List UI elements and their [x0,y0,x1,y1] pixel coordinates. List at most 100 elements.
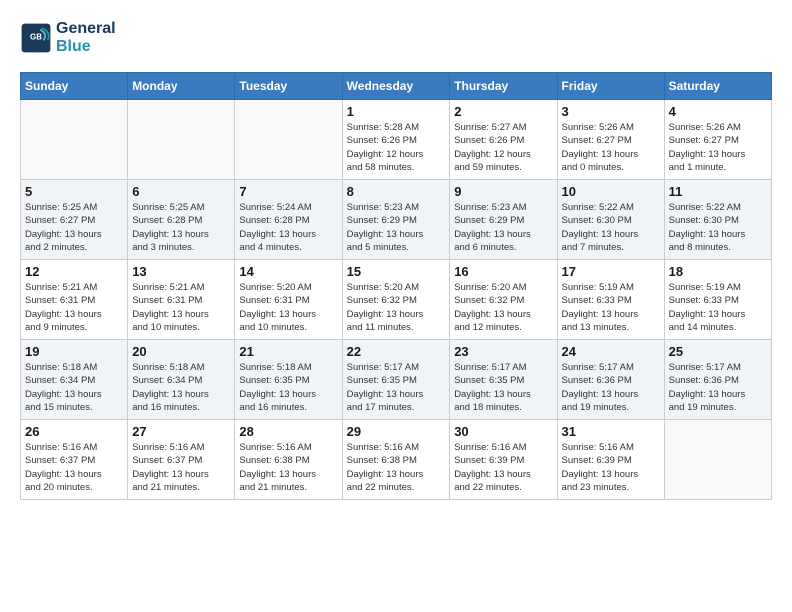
day-info: Sunrise: 5:26 AM Sunset: 6:27 PM Dayligh… [562,121,660,174]
svg-text:GB: GB [30,33,42,42]
day-number: 4 [669,104,767,119]
calendar-cell: 27 Sunrise: 5:16 AM Sunset: 6:37 PM Dayli… [128,420,235,500]
day-number: 5 [25,184,123,199]
day-number: 6 [132,184,230,199]
day-number: 22 [347,344,446,359]
calendar-cell: 20 Sunrise: 5:18 AM Sunset: 6:34 PM Dayli… [128,340,235,420]
calendar-cell: 16 Sunrise: 5:20 AM Sunset: 6:32 PM Dayli… [450,260,557,340]
day-number: 26 [25,424,123,439]
calendar-cell: 3 Sunrise: 5:26 AM Sunset: 6:27 PM Daylig… [557,100,664,180]
day-info: Sunrise: 5:19 AM Sunset: 6:33 PM Dayligh… [562,281,660,334]
day-number: 9 [454,184,552,199]
day-info: Sunrise: 5:20 AM Sunset: 6:31 PM Dayligh… [239,281,337,334]
day-number: 17 [562,264,660,279]
calendar-cell: 19 Sunrise: 5:18 AM Sunset: 6:34 PM Dayli… [21,340,128,420]
calendar-cell: 24Sunrise: 5:17 AM Sunset: 6:36 PM Dayli… [557,340,664,420]
calendar-cell: 21Sunrise: 5:18 AM Sunset: 6:35 PM Dayli… [235,340,342,420]
day-info: Sunrise: 5:16 AM Sunset: 6:39 PM Dayligh… [562,441,660,494]
day-number: 21 [239,344,337,359]
day-info: Sunrise: 5:16 AM Sunset: 6:37 PM Dayligh… [25,441,123,494]
day-info: Sunrise: 5:23 AM Sunset: 6:29 PM Dayligh… [347,201,446,254]
calendar-cell [21,100,128,180]
day-number: 30 [454,424,552,439]
calendar-cell [128,100,235,180]
day-info: Sunrise: 5:22 AM Sunset: 6:30 PM Dayligh… [562,201,660,254]
day-info: Sunrise: 5:16 AM Sunset: 6:39 PM Dayligh… [454,441,552,494]
calendar-cell [664,420,771,500]
day-number: 27 [132,424,230,439]
day-info: Sunrise: 5:25 AM Sunset: 6:28 PM Dayligh… [132,201,230,254]
day-info: Sunrise: 5:25 AM Sunset: 6:27 PM Dayligh… [25,201,123,254]
day-info: Sunrise: 5:20 AM Sunset: 6:32 PM Dayligh… [347,281,446,334]
day-info: Sunrise: 5:28 AM Sunset: 6:26 PM Dayligh… [347,121,446,174]
day-number: 31 [562,424,660,439]
day-number: 29 [347,424,446,439]
weekday-header-monday: Monday [128,73,235,100]
calendar-cell: 7 Sunrise: 5:24 AM Sunset: 6:28 PM Daylig… [235,180,342,260]
calendar-cell: 10 Sunrise: 5:22 AM Sunset: 6:30 PM Dayli… [557,180,664,260]
day-info: Sunrise: 5:18 AM Sunset: 6:34 PM Dayligh… [132,361,230,414]
calendar-cell: 25 Sunrise: 5:17 AM Sunset: 6:36 PM Dayli… [664,340,771,420]
day-info: Sunrise: 5:17 AM Sunset: 6:35 PM Dayligh… [347,361,446,414]
day-number: 16 [454,264,552,279]
day-number: 2 [454,104,552,119]
day-info: Sunrise: 5:20 AM Sunset: 6:32 PM Dayligh… [454,281,552,334]
calendar-cell: 11 Sunrise: 5:22 AM Sunset: 6:30 PM Dayli… [664,180,771,260]
day-info: Sunrise: 5:21 AM Sunset: 6:31 PM Dayligh… [25,281,123,334]
calendar-cell: 28 Sunrise: 5:16 AM Sunset: 6:38 PM Dayli… [235,420,342,500]
calendar-cell: 30 Sunrise: 5:16 AM Sunset: 6:39 PM Dayli… [450,420,557,500]
page-header: GB General Blue [20,20,772,56]
weekday-header-wednesday: Wednesday [342,73,450,100]
calendar-cell: 31 Sunrise: 5:16 AM Sunset: 6:39 PM Dayli… [557,420,664,500]
weekday-header-friday: Friday [557,73,664,100]
day-number: 28 [239,424,337,439]
calendar-cell: 12 Sunrise: 5:21 AM Sunset: 6:31 PM Dayli… [21,260,128,340]
day-number: 24 [562,344,660,359]
calendar-cell: 14Sunrise: 5:20 AM Sunset: 6:31 PM Dayli… [235,260,342,340]
calendar-cell: 17 Sunrise: 5:19 AM Sunset: 6:33 PM Dayli… [557,260,664,340]
calendar-table: SundayMondayTuesdayWednesdayThursdayFrid… [20,72,772,500]
day-number: 8 [347,184,446,199]
day-number: 20 [132,344,230,359]
day-info: Sunrise: 5:16 AM Sunset: 6:38 PM Dayligh… [347,441,446,494]
day-number: 25 [669,344,767,359]
day-number: 11 [669,184,767,199]
weekday-header-thursday: Thursday [450,73,557,100]
day-info: Sunrise: 5:27 AM Sunset: 6:26 PM Dayligh… [454,121,552,174]
calendar-cell: 6 Sunrise: 5:25 AM Sunset: 6:28 PM Daylig… [128,180,235,260]
calendar-cell: 29 Sunrise: 5:16 AM Sunset: 6:38 PM Dayli… [342,420,450,500]
calendar-cell: 23 Sunrise: 5:17 AM Sunset: 6:35 PM Dayli… [450,340,557,420]
day-number: 13 [132,264,230,279]
day-number: 7 [239,184,337,199]
day-info: Sunrise: 5:17 AM Sunset: 6:36 PM Dayligh… [669,361,767,414]
logo-icon: GB [20,22,52,54]
calendar-cell: 4Sunrise: 5:26 AM Sunset: 6:27 PM Daylig… [664,100,771,180]
day-number: 10 [562,184,660,199]
logo: GB General Blue [20,20,116,56]
weekday-header-tuesday: Tuesday [235,73,342,100]
day-number: 18 [669,264,767,279]
weekday-header-sunday: Sunday [21,73,128,100]
calendar-cell: 1 Sunrise: 5:28 AM Sunset: 6:26 PM Daylig… [342,100,450,180]
day-number: 1 [347,104,446,119]
calendar-cell: 15Sunrise: 5:20 AM Sunset: 6:32 PM Dayli… [342,260,450,340]
day-info: Sunrise: 5:24 AM Sunset: 6:28 PM Dayligh… [239,201,337,254]
day-info: Sunrise: 5:19 AM Sunset: 6:33 PM Dayligh… [669,281,767,334]
day-info: Sunrise: 5:16 AM Sunset: 6:38 PM Dayligh… [239,441,337,494]
day-info: Sunrise: 5:22 AM Sunset: 6:30 PM Dayligh… [669,201,767,254]
day-info: Sunrise: 5:16 AM Sunset: 6:37 PM Dayligh… [132,441,230,494]
day-number: 19 [25,344,123,359]
calendar-cell: 9Sunrise: 5:23 AM Sunset: 6:29 PM Daylig… [450,180,557,260]
day-info: Sunrise: 5:18 AM Sunset: 6:34 PM Dayligh… [25,361,123,414]
day-info: Sunrise: 5:21 AM Sunset: 6:31 PM Dayligh… [132,281,230,334]
day-number: 3 [562,104,660,119]
day-number: 23 [454,344,552,359]
calendar-cell: 2 Sunrise: 5:27 AM Sunset: 6:26 PM Daylig… [450,100,557,180]
day-info: Sunrise: 5:17 AM Sunset: 6:35 PM Dayligh… [454,361,552,414]
calendar-cell: 5 Sunrise: 5:25 AM Sunset: 6:27 PM Daylig… [21,180,128,260]
calendar-cell: 26 Sunrise: 5:16 AM Sunset: 6:37 PM Dayli… [21,420,128,500]
logo-text-line2: Blue [56,38,116,56]
day-number: 12 [25,264,123,279]
calendar-cell: 22 Sunrise: 5:17 AM Sunset: 6:35 PM Dayli… [342,340,450,420]
calendar-cell: 18 Sunrise: 5:19 AM Sunset: 6:33 PM Dayli… [664,260,771,340]
